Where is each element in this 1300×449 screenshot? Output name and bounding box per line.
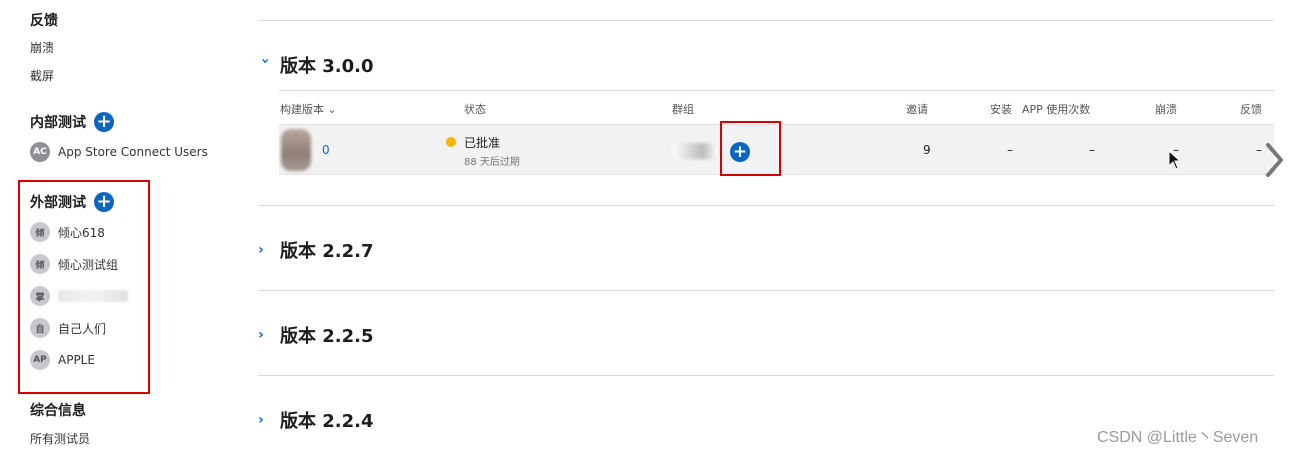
version-3-0-0-header[interactable]: › 版本 3.0.0 <box>257 52 374 78</box>
watermark: CSDN @Little丶Seven <box>1097 429 1259 446</box>
sidebar-item-crashes[interactable]: 崩溃 <box>30 39 54 56</box>
app-icon <box>281 129 311 171</box>
column-header-installs: 安装 <box>990 103 1012 116</box>
divider <box>258 290 1274 291</box>
status-label: 已批准 <box>464 136 501 150</box>
column-header-groups: 群组 <box>672 103 694 116</box>
version-2-2-5-header[interactable]: › 版本 2.2.5 <box>258 322 374 348</box>
divider <box>258 375 1274 376</box>
invites-count: 9 <box>923 143 931 157</box>
add-internal-group-button[interactable] <box>94 112 114 132</box>
column-header-invites: 邀请 <box>906 103 928 116</box>
divider <box>258 20 1274 21</box>
highlight-box-add-group <box>720 121 781 176</box>
chevron-down-icon: › <box>257 58 273 64</box>
avatar: AC <box>30 142 50 162</box>
build-number-link[interactable]: 0 <box>322 143 330 157</box>
status-cell: 已批准 <box>446 134 500 151</box>
chevron-right-icon: › <box>258 327 264 343</box>
internal-testing-title: 内部测试 <box>30 115 86 131</box>
column-header-feedback: 反馈 <box>1240 103 1262 116</box>
column-header-crashes: 崩溃 <box>1155 103 1177 116</box>
sessions-count: – <box>1089 143 1095 157</box>
status-warning-icon <box>446 137 456 147</box>
version-2-2-4-header[interactable]: › 版本 2.2.4 <box>258 407 374 433</box>
sidebar: 反馈 崩溃 截屏 内部测试 AC App Store Connect Users… <box>0 0 230 449</box>
internal-testing-header: 内部测试 <box>30 112 114 132</box>
highlight-box-external-testing <box>18 180 150 394</box>
sidebar-item-app-store-connect-users[interactable]: AC App Store Connect Users <box>30 142 208 162</box>
version-title: 版本 3.0.0 <box>280 56 374 77</box>
version-title: 版本 2.2.7 <box>280 241 374 262</box>
redacted-group-chip <box>672 143 718 159</box>
build-number: 0 <box>322 143 330 157</box>
chevron-right-icon[interactable] <box>1262 140 1286 180</box>
sidebar-item-all-testers[interactable]: 所有测试员 <box>30 430 90 447</box>
version-2-2-7-header[interactable]: › 版本 2.2.7 <box>258 237 374 263</box>
version-title: 版本 2.2.5 <box>280 326 374 347</box>
expiry-text: 88 天后过期 <box>464 157 520 168</box>
divider <box>279 90 1274 91</box>
mouse-cursor-icon <box>1168 150 1182 170</box>
group-label: App Store Connect Users <box>58 145 208 159</box>
divider <box>258 205 1274 206</box>
column-header-sessions: APP 使用次数 <box>1022 103 1091 116</box>
column-header-build[interactable]: 构建版本 ⌄ <box>280 101 337 117</box>
column-header-label: 构建版本 <box>280 103 324 116</box>
info-section-title: 综合信息 <box>30 403 86 419</box>
chevron-right-icon: › <box>258 412 264 428</box>
sidebar-item-screenshots[interactable]: 截屏 <box>30 67 54 84</box>
feedback-section-title: 反馈 <box>30 13 58 29</box>
chevron-down-icon: ⌄ <box>327 103 337 116</box>
installs-count: – <box>1007 143 1013 157</box>
version-title: 版本 2.2.4 <box>280 411 374 432</box>
column-header-status: 状态 <box>464 103 486 116</box>
chevron-right-icon: › <box>258 242 264 258</box>
